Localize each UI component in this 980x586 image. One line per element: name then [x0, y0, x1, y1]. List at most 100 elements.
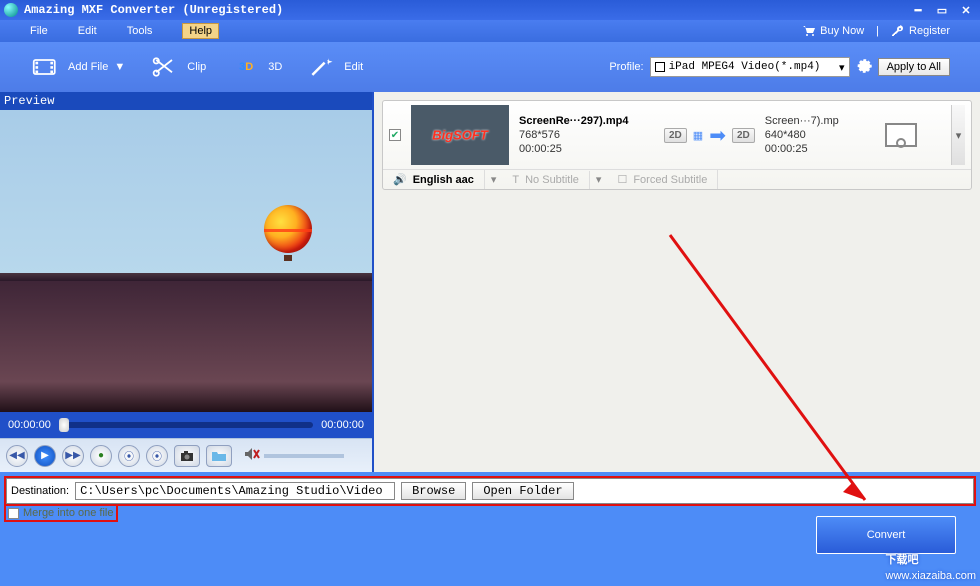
mute-button[interactable]	[244, 447, 260, 464]
preview-image	[0, 110, 372, 412]
separator: |	[876, 25, 879, 37]
minimize-button[interactable]: ━	[908, 3, 928, 17]
subtitle-select[interactable]: T No Subtitle	[502, 171, 590, 189]
merge-label: Merge into one file	[23, 507, 114, 519]
convert-button[interactable]: Convert	[816, 516, 956, 554]
source-filename: ScreenRe···297).mp4	[519, 115, 654, 127]
profile-select[interactable]: iPad MPEG4 Video(*.mp4) ▾	[650, 57, 850, 77]
forced-subtitle-toggle[interactable]: ☐ Forced Subtitle	[607, 170, 718, 189]
maximize-button[interactable]: ▭	[932, 3, 952, 17]
speaker-icon: 🔊	[393, 173, 407, 186]
3d-button[interactable]: 3D 3D	[230, 53, 282, 81]
merge-checkbox[interactable]	[8, 508, 19, 519]
prev-button[interactable]: ◀◀	[6, 445, 28, 467]
clip-label: Clip	[187, 61, 206, 73]
subtitle-dropdown-icon[interactable]: ▾	[590, 173, 608, 186]
step-fwd-button[interactable]: ⦿	[146, 445, 168, 467]
close-button[interactable]: ✕	[956, 3, 976, 17]
source-duration: 00:00:25	[519, 143, 654, 155]
menu-bar: File Edit Tools Help Buy Now | Register	[0, 20, 980, 42]
time-total: 00:00:00	[321, 419, 364, 431]
time-current: 00:00:00	[8, 419, 51, 431]
dropdown-icon: ▼	[114, 61, 125, 73]
wand-icon	[306, 53, 338, 81]
menu-tools[interactable]: Tools	[127, 25, 153, 37]
file-thumbnail: BigSOFT	[411, 105, 509, 165]
output-device-icon	[885, 123, 917, 147]
dest-duration: 00:00:25	[765, 143, 875, 155]
seek-thumb[interactable]	[59, 418, 69, 432]
preview-label: Preview	[0, 92, 372, 110]
destination-input[interactable]	[75, 482, 395, 500]
merge-option[interactable]: Merge into one file	[6, 506, 116, 520]
app-icon	[4, 3, 18, 17]
balloon-graphic	[264, 205, 312, 253]
dst-2d-badge[interactable]: 2D	[732, 128, 755, 143]
convert-label: Convert	[867, 529, 906, 541]
timeline[interactable]: 00:00:00 00:00:00	[0, 412, 372, 438]
volume-slider[interactable]	[264, 454, 344, 458]
toolbar: Add File ▼ Clip 3D 3D Edit Profile: iPad…	[0, 42, 980, 92]
open-folder-button[interactable]: Open Folder	[472, 482, 573, 500]
snapshot-button[interactable]	[174, 445, 200, 467]
stop-button[interactable]: ●	[90, 445, 112, 467]
file-checkbox[interactable]: ✔	[389, 129, 401, 141]
next-button[interactable]: ▶▶	[62, 445, 84, 467]
thumb-logo: BigSOFT	[432, 128, 488, 143]
scissors-icon	[149, 53, 181, 81]
audio-dropdown-icon[interactable]: ▾	[485, 173, 503, 186]
menu-edit[interactable]: Edit	[78, 25, 97, 37]
3d-icon: 3D	[230, 53, 262, 81]
register-label: Register	[909, 25, 950, 37]
file-item: ✔ BigSOFT ScreenRe···297).mp4 768*576 00…	[382, 100, 972, 190]
file-list: ✔ BigSOFT ScreenRe···297).mp4 768*576 00…	[372, 92, 980, 472]
player-controls: ◀◀ ▶ ▶▶ ● ⦿ ⦿	[0, 438, 372, 472]
camera-icon	[180, 450, 194, 462]
key-icon	[891, 25, 905, 37]
buy-now-link[interactable]: Buy Now	[802, 25, 864, 37]
speaker-mute-icon	[244, 447, 260, 461]
audio-label: English aac	[413, 174, 474, 186]
dest-resolution: 640*480	[765, 129, 875, 141]
profile-value: iPad MPEG4 Video(*.mp4)	[669, 61, 835, 73]
forced-subtitle-label: Forced Subtitle	[633, 174, 707, 186]
folder-icon	[211, 450, 227, 462]
step-back-button[interactable]: ⦿	[118, 445, 140, 467]
title-bar: Amazing MXF Converter (Unregistered) ━ ▭…	[0, 0, 980, 20]
window-title: Amazing MXF Converter (Unregistered)	[24, 3, 283, 17]
watermark-text: 下载吧	[886, 554, 919, 566]
settings-button[interactable]	[856, 59, 872, 75]
dest-filename: Screen···7).mp	[765, 115, 875, 127]
register-link[interactable]: Register	[891, 25, 950, 37]
destination-label: Destination:	[11, 485, 69, 497]
subtitle-label: No Subtitle	[525, 174, 579, 186]
menu-file[interactable]: File	[30, 25, 48, 37]
buy-now-label: Buy Now	[820, 25, 864, 37]
item-menu-button[interactable]: ▾	[951, 105, 965, 165]
film-icon	[30, 53, 62, 81]
destination-bar: Destination: Browse Open Folder	[6, 478, 974, 504]
add-file-label: Add File	[68, 61, 108, 73]
profile-label: Profile:	[609, 61, 643, 73]
folder-button[interactable]	[206, 445, 232, 467]
text-icon: T	[512, 174, 519, 186]
edit-button[interactable]: Edit	[306, 53, 363, 81]
menu-help[interactable]: Help	[182, 23, 219, 39]
preview-panel: Preview 00:00:00 00:00:00 ◀◀ ▶ ▶▶ ● ⦿ ⦿	[0, 92, 372, 472]
add-file-button[interactable]: Add File ▼	[30, 53, 125, 81]
3d-label: 3D	[268, 61, 282, 73]
arrow-icon: ➡	[709, 123, 726, 148]
audio-track-select[interactable]: 🔊 English aac	[383, 170, 485, 189]
grid-icon: ▦	[693, 129, 703, 142]
cart-icon	[802, 25, 816, 37]
seek-track[interactable]	[59, 422, 313, 428]
device-icon	[655, 62, 665, 72]
src-2d-badge[interactable]: 2D	[664, 128, 687, 143]
clip-button[interactable]: Clip	[149, 53, 206, 81]
browse-button[interactable]: Browse	[401, 482, 466, 500]
apply-to-all-button[interactable]: Apply to All	[878, 58, 950, 76]
edit-label: Edit	[344, 61, 363, 73]
play-button[interactable]: ▶	[34, 445, 56, 467]
checkbox-icon: ☐	[617, 173, 627, 186]
watermark-url: www.xiazaiba.com	[886, 570, 976, 582]
